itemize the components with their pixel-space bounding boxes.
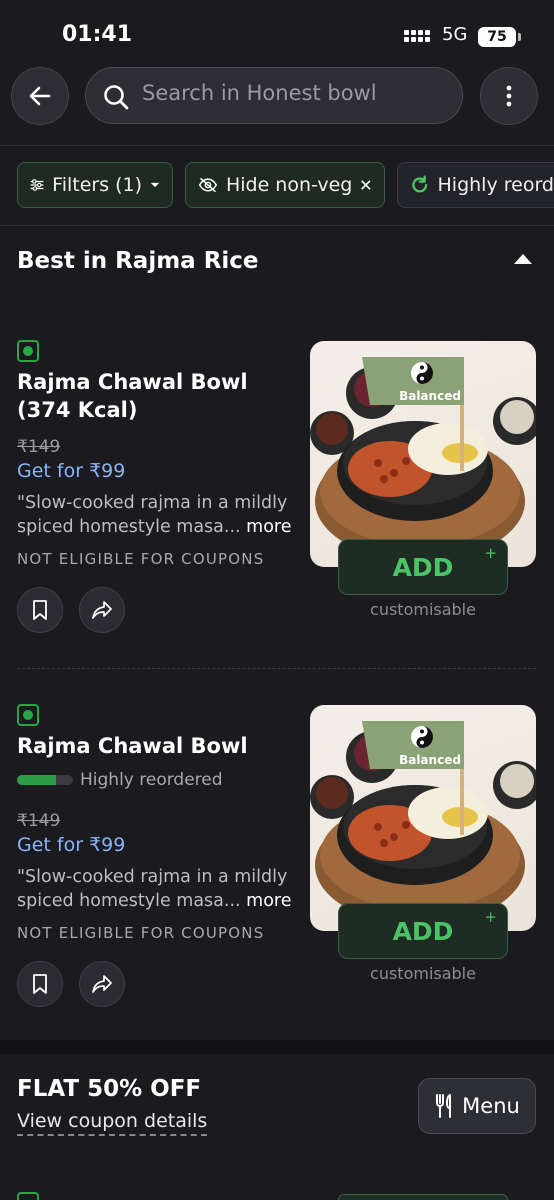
add-button[interactable] <box>338 1194 508 1200</box>
menu-button[interactable]: Menu <box>418 1078 536 1134</box>
customisable-label: customisable <box>370 600 476 619</box>
add-button[interactable]: ADD + <box>338 903 508 959</box>
item-name: Rajma Chawal Bowl <box>17 734 248 758</box>
bookmark-button[interactable] <box>17 961 63 1007</box>
search-placeholder: Search in Honest bowl <box>142 81 377 105</box>
back-button[interactable] <box>11 67 69 125</box>
coupon-eligibility: NOT ELIGIBLE FOR COUPONS <box>17 550 265 568</box>
reorder-label: Highly reordered <box>80 770 223 790</box>
close-icon[interactable] <box>360 178 372 192</box>
offer-title: FLAT 50% OFF <box>17 1076 202 1102</box>
food-image[interactable]: Balanced <box>310 705 536 931</box>
image-tag: Balanced <box>399 753 461 767</box>
item-description[interactable]: "Slow-cooked rajma in a mildly spiced ho… <box>17 865 297 913</box>
status-bar: 01:41 5G 75 <box>0 0 554 62</box>
refresh-icon <box>412 175 428 193</box>
share-button[interactable] <box>79 587 125 633</box>
item-price-original: ₹149 <box>17 437 61 457</box>
more-link[interactable]: more <box>246 891 291 911</box>
item-description[interactable]: "Slow-cooked rajma in a mildly spiced ho… <box>17 491 297 539</box>
bookmark-icon <box>33 600 47 620</box>
fork-knife-icon <box>436 1094 452 1118</box>
battery-icon: 75 <box>478 27 516 47</box>
status-time: 01:41 <box>62 22 133 47</box>
reorder-meter <box>17 775 73 785</box>
veg-indicator-icon <box>17 1192 39 1200</box>
coupon-eligibility: NOT ELIGIBLE FOR COUPONS <box>17 924 265 942</box>
rajma-bowl-illustration <box>310 721 536 925</box>
add-button-label: ADD <box>392 552 454 582</box>
filters-chip-label: Filters (1) <box>52 174 143 196</box>
bookmark-icon <box>33 974 47 994</box>
image-tag: Balanced <box>399 389 461 403</box>
menu-button-label: Menu <box>462 1094 520 1118</box>
hide-non-veg-label: Hide non-veg <box>225 174 353 196</box>
search-icon <box>104 85 129 110</box>
plus-icon: + <box>484 544 497 562</box>
add-button[interactable]: ADD + <box>338 539 508 595</box>
customisable-label: customisable <box>370 964 476 983</box>
sliders-icon <box>30 179 44 191</box>
food-image[interactable]: Balanced <box>310 341 536 567</box>
search-input[interactable]: Search in Honest bowl <box>85 67 463 124</box>
bookmark-button[interactable] <box>17 587 63 633</box>
share-icon <box>92 975 112 993</box>
header-divider <box>0 145 554 146</box>
veg-indicator-icon <box>17 704 39 726</box>
rajma-bowl-illustration <box>310 357 536 561</box>
collapse-arrow-icon[interactable] <box>514 254 532 264</box>
battery-cap <box>518 33 521 41</box>
item-divider <box>17 668 536 669</box>
filters-chip[interactable]: Filters (1) <box>17 162 173 208</box>
item-price-offer: Get for ₹99 <box>17 460 126 482</box>
plus-icon: + <box>484 908 497 926</box>
eye-off-icon <box>198 177 218 193</box>
highly-reordered-label: Highly reord <box>437 174 554 196</box>
section-title: Best in Rajma Rice <box>17 248 259 274</box>
add-button-label: ADD <box>392 916 454 946</box>
network-label: 5G <box>442 24 468 45</box>
veg-indicator-icon <box>17 340 39 362</box>
signal-icon <box>404 30 434 46</box>
section-divider <box>0 225 554 226</box>
share-icon <box>92 601 112 619</box>
item-price-original: ₹149 <box>17 811 61 831</box>
share-button[interactable] <box>79 961 125 1007</box>
more-options-button[interactable] <box>480 67 538 125</box>
more-link[interactable]: more <box>246 517 291 537</box>
hide-non-veg-chip[interactable]: Hide non-veg <box>185 162 385 208</box>
item-name: Rajma Chawal Bowl (374 Kcal) <box>17 370 248 422</box>
vertical-dots-icon <box>506 85 512 107</box>
item-price-offer: Get for ₹99 <box>17 834 126 856</box>
coupon-details-link[interactable]: View coupon details <box>17 1110 208 1136</box>
chevron-down-icon <box>150 182 160 188</box>
highly-reordered-chip[interactable]: Highly reord <box>397 162 554 208</box>
section-separator <box>0 1040 554 1054</box>
arrow-left-icon <box>29 86 51 106</box>
